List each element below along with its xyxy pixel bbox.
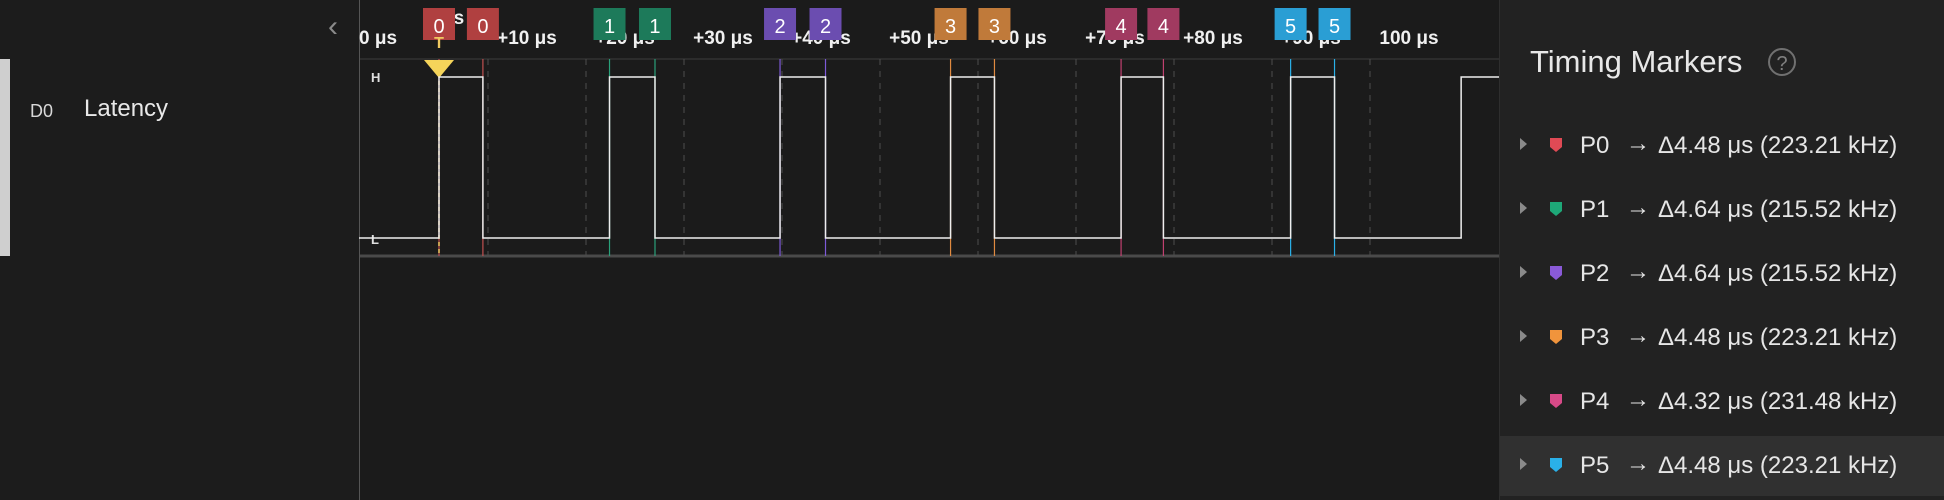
panel-title: Timing Markers	[1530, 44, 1743, 79]
marker-row-p4[interactable]: P4 → Δ4.32 μs (231.48 kHz)	[1500, 372, 1944, 432]
marker-value: Δ4.32 μs (231.48 kHz)	[1658, 388, 1898, 415]
expand-caret-icon[interactable]	[1520, 266, 1527, 278]
marker-name: P2	[1580, 260, 1610, 287]
channel-id: D0	[30, 101, 54, 121]
arrow-right-icon: →	[1626, 386, 1650, 413]
arrow-right-icon: →	[1626, 258, 1650, 285]
signal-trace	[359, 76, 1499, 239]
level-high-label: H	[371, 70, 380, 85]
expand-caret-icon[interactable]	[1520, 394, 1527, 406]
level-low-label: L	[371, 232, 379, 247]
marker-flag-label: 1	[604, 16, 615, 38]
arrow-right-icon: →	[1626, 194, 1650, 221]
marker-value: Δ4.64 μs (215.52 kHz)	[1658, 260, 1898, 287]
marker-flag-icon	[1550, 458, 1562, 472]
marker-name: P3	[1580, 324, 1610, 351]
channel-accent-bar	[0, 59, 10, 256]
marker-value: Δ4.64 μs (215.52 kHz)	[1658, 196, 1898, 223]
waveform-view[interactable]: 0 μs+10 μs+20 μs+30 μs+40 μs+50 μs+60 μs…	[359, 0, 1499, 500]
expand-caret-icon[interactable]	[1520, 330, 1527, 342]
tick-label: +30 μs	[693, 28, 753, 49]
marker-value: Δ4.48 μs (223.21 kHz)	[1658, 132, 1898, 159]
channel-name[interactable]: Latency	[84, 95, 168, 123]
marker-flag-label: 2	[820, 16, 831, 38]
marker-flag-label: 1	[649, 16, 660, 38]
marker-flag-icon	[1550, 202, 1562, 216]
trigger-label: T	[434, 35, 444, 52]
marker-flag-label: 4	[1116, 16, 1127, 38]
marker-flag-label: 3	[945, 16, 956, 38]
waveform-canvas[interactable]: 0 μs+10 μs+20 μs+30 μs+40 μs+50 μs+60 μs…	[359, 0, 1499, 500]
marker-name: P0	[1580, 132, 1610, 159]
marker-flag-label: 4	[1158, 16, 1169, 38]
marker-row-p1[interactable]: P1 → Δ4.64 μs (215.52 kHz)	[1500, 180, 1944, 240]
marker-flag-icon	[1550, 138, 1562, 152]
channel-panel: ‹ D0 Latency	[0, 0, 359, 500]
timing-markers-panel: Timing Markers ? P0 → Δ4.48 μs (223.21 kHz…	[1499, 0, 1944, 500]
marker-row-p0[interactable]: P0 → Δ4.48 μs (223.21 kHz)	[1500, 116, 1944, 176]
marker-flag-label: 3	[989, 16, 1000, 38]
marker-row-p2[interactable]: P2 → Δ4.64 μs (215.52 kHz)	[1500, 244, 1944, 304]
arrow-right-icon: →	[1626, 450, 1650, 477]
tick-label: 100 μs	[1379, 28, 1438, 49]
marker-name: P5	[1580, 452, 1610, 479]
marker-flag-label: 5	[1285, 16, 1296, 38]
expand-caret-icon[interactable]	[1520, 138, 1527, 150]
marker-flag-icon	[1550, 266, 1562, 280]
chevron-left-icon[interactable]: ‹	[320, 12, 346, 42]
tick-label: +10 μs	[497, 28, 557, 49]
marker-name: P1	[1580, 196, 1610, 223]
expand-caret-icon[interactable]	[1520, 202, 1527, 214]
tick-label: +80 μs	[1183, 28, 1243, 49]
marker-name: P4	[1580, 388, 1610, 415]
help-icon[interactable]: ?	[1768, 48, 1796, 76]
marker-row-p5[interactable]: P5 → Δ4.48 μs (223.21 kHz)	[1500, 436, 1944, 496]
marker-value: Δ4.48 μs (223.21 kHz)	[1658, 324, 1898, 351]
marker-flag-label: 5	[1329, 16, 1340, 38]
marker-flag-icon	[1550, 330, 1562, 344]
tick-label: 0 μs	[359, 28, 397, 49]
trigger-icon[interactable]	[424, 60, 454, 78]
arrow-right-icon: →	[1626, 322, 1650, 349]
expand-caret-icon[interactable]	[1520, 458, 1527, 470]
channel-row-d0[interactable]: D0 Latency	[0, 59, 359, 256]
marker-flag-label: 2	[774, 16, 785, 38]
marker-row-p3[interactable]: P3 → Δ4.48 μs (223.21 kHz)	[1500, 308, 1944, 368]
marker-flag-icon	[1550, 394, 1562, 408]
arrow-right-icon: →	[1626, 130, 1650, 157]
marker-flag-label: 0	[477, 16, 488, 38]
marker-value: Δ4.48 μs (223.21 kHz)	[1658, 452, 1898, 479]
